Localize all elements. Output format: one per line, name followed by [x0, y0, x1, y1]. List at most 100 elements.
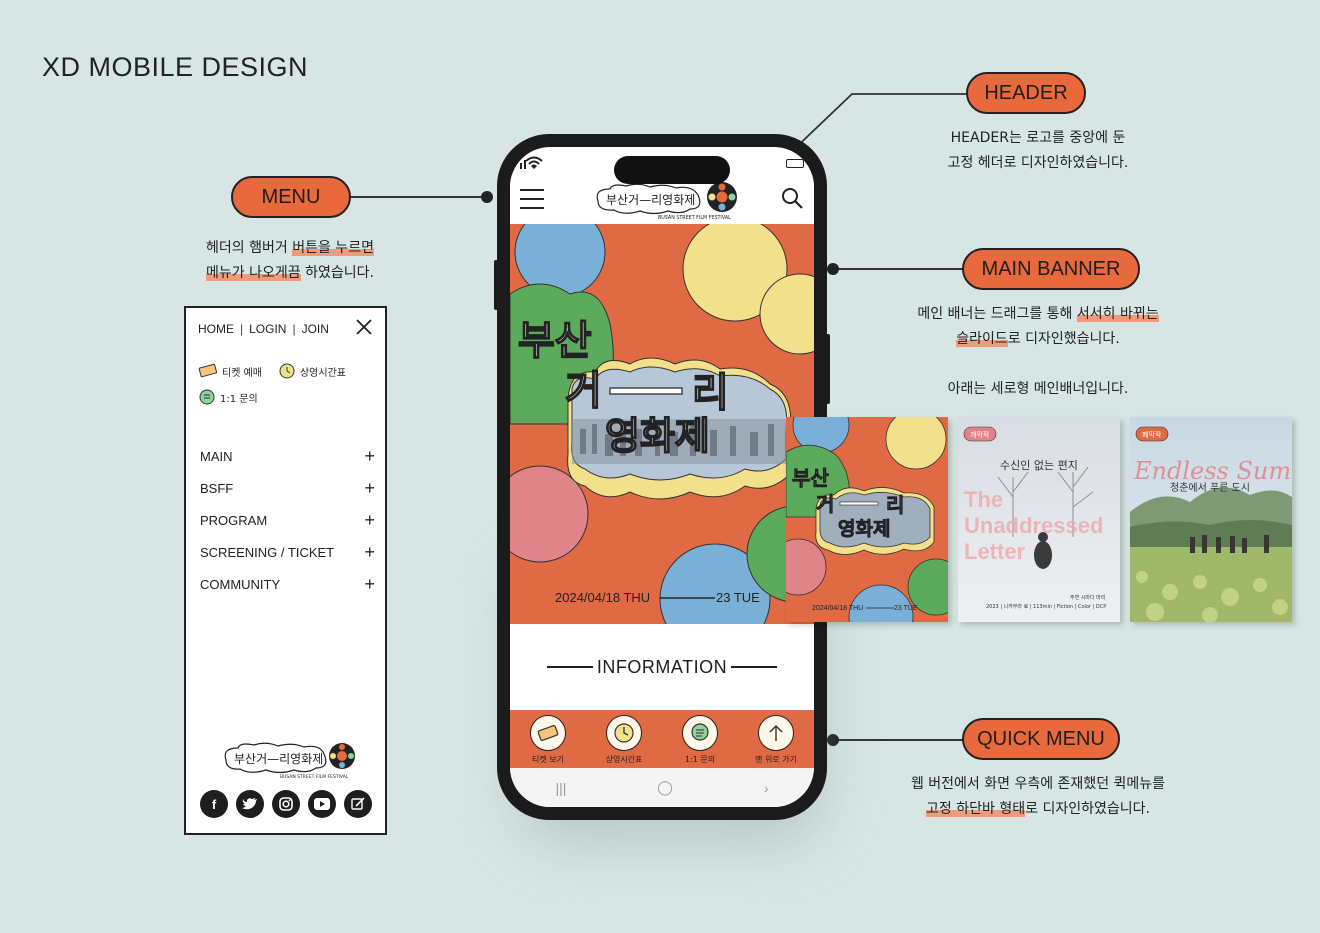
quick-menu-callout: QUICK MENU [962, 718, 1120, 760]
youtube-icon[interactable] [308, 790, 336, 818]
svg-text:리: 리 [692, 370, 729, 416]
wifi-icon [520, 156, 543, 169]
menu-item-label: SCREENING / TICKET [200, 544, 335, 560]
menu-ticket-link[interactable]: 티켓 예매 [198, 363, 262, 379]
information-title: INFORMATION [546, 657, 778, 678]
system-nav-bar: ||| ◯ › [510, 768, 814, 807]
home-link[interactable]: HOME [198, 322, 234, 336]
menu-panel: HOME | LOGIN | JOIN 티켓 예매 상영시간표 1:1 문의 M… [184, 306, 387, 835]
menu-schedule-link[interactable]: 상영시간표 [278, 362, 346, 380]
main-banner[interactable]: 부산 거 리 영화제 2024/04/18 THU 23 TUE [510, 224, 814, 624]
quick-ticket-button[interactable]: 티켓 보기 [515, 715, 581, 765]
plus-icon[interactable]: + [364, 542, 375, 563]
svg-text:부산: 부산 [518, 318, 592, 364]
main-banner-description: 메인 배너는 드래그를 통해 서서히 바뀌는 슬라이드로 디자인했습니다. 아래… [917, 306, 1159, 397]
login-link[interactable]: LOGIN [249, 322, 286, 336]
menu-item-main[interactable]: MAIN + [200, 440, 375, 472]
banner-artwork: 부산 거 리 영화제 2024/04/18 THU 23 TUE [510, 224, 814, 624]
svg-text:부산거—리영화제: 부산거—리영화제 [234, 752, 323, 766]
menu-item-community[interactable]: COMMUNITY + [200, 568, 375, 600]
ticket-icon [537, 725, 559, 741]
banner-thumbnail-2: 개막작 수신인 없는 편지 The Unaddressed Letter 주연 … [958, 417, 1120, 622]
back-button[interactable]: › [764, 780, 769, 796]
plus-icon[interactable]: + [364, 574, 375, 595]
banner-thumbnail-3: 폐막작 Endless Summer 청춘에서 푸른 도시 [1130, 417, 1292, 622]
plus-icon[interactable]: + [364, 510, 375, 531]
facebook-icon[interactable]: f [200, 790, 228, 818]
home-button[interactable]: ◯ [657, 779, 673, 796]
menu-inquiry-label: 1:1 문의 [220, 393, 258, 405]
separator: | [240, 322, 244, 336]
menu-connector [350, 196, 487, 198]
banner-connector [833, 268, 963, 270]
svg-text:개막작: 개막작 [970, 430, 990, 439]
menu-item-bsff[interactable]: BSFF + [200, 472, 375, 504]
plus-icon[interactable]: + [364, 478, 375, 499]
menu-item-program[interactable]: PROGRAM + [200, 504, 375, 536]
hamburger-menu-icon[interactable] [520, 189, 544, 209]
page-title: XD MOBILE DESIGN [42, 52, 309, 82]
festival-logo[interactable]: 부산거—리영화제 BUSAN STREET FILM FESTIVAL [592, 179, 742, 221]
svg-text:폐막작: 폐막작 [1142, 430, 1162, 439]
menu-schedule-label: 상영시간표 [299, 367, 346, 379]
svg-text:23 TUE: 23 TUE [894, 605, 918, 612]
main-banner-callout: MAIN BANNER [962, 248, 1140, 290]
separator: | [292, 322, 296, 336]
phone-screen: 부산거—리영화제 BUSAN STREET FILM FESTIVAL 부산 거… [510, 147, 814, 807]
banner-thumbnail-1: 부산 거 리 영화제 2024/04/18 THU 23 TUE [786, 417, 948, 622]
menu-item-screening[interactable]: SCREENING / TICKET + [200, 536, 375, 568]
svg-text:부산: 부산 [792, 466, 829, 490]
quick-top-button[interactable]: 맨 위로 가기 [743, 715, 809, 765]
clock-icon [614, 723, 634, 743]
plus-icon[interactable]: + [364, 446, 375, 467]
svg-text:23 TUE: 23 TUE [716, 590, 760, 605]
quick-top-label: 맨 위로 가기 [755, 755, 797, 764]
menu-inquiry-link[interactable]: 1:1 문의 [198, 388, 258, 406]
svg-text:영화제: 영화제 [605, 414, 710, 458]
social-links: f [200, 790, 372, 818]
blog-icon[interactable] [344, 790, 372, 818]
svg-text:거: 거 [565, 368, 602, 414]
twitter-icon[interactable] [236, 790, 264, 818]
menu-callout: MENU [231, 176, 351, 218]
quick-ticket-label: 티켓 보기 [532, 755, 564, 764]
menu-list: MAIN + BSFF + PROGRAM + SCREENING / TICKET +… [200, 440, 375, 600]
banner-connector-dot [827, 263, 839, 275]
festival-logo[interactable]: 부산거—리영화제 BUSAN STREET FILM FESTIVAL [220, 738, 360, 780]
chat-icon [199, 389, 215, 405]
svg-text:BUSAN STREET FILM FESTIVAL: BUSAN STREET FILM FESTIVAL [658, 215, 731, 221]
phone-notch [614, 156, 730, 184]
arrow-up-icon [769, 725, 783, 741]
close-icon[interactable] [355, 318, 373, 336]
menu-item-label: COMMUNITY [200, 576, 281, 592]
quick-schedule-label: 상영시간표 [605, 755, 643, 764]
svg-text:리: 리 [886, 493, 904, 517]
information-section: INFORMATION [510, 624, 814, 710]
header-callout: HEADER [966, 72, 1086, 114]
search-icon[interactable] [780, 186, 804, 210]
svg-text:The: The [964, 487, 1003, 512]
menu-connector-dot [481, 191, 493, 203]
svg-text:주연 시마다 마리: 주연 시마다 마리 [1070, 594, 1105, 601]
quick-inquiry-button[interactable]: 1:1 문의 [667, 715, 733, 765]
svg-text:수신인 없는 편지: 수신인 없는 편지 [1000, 459, 1078, 472]
menu-top-links: HOME | LOGIN | JOIN [198, 322, 329, 336]
clock-icon [279, 363, 295, 379]
chat-icon [691, 723, 709, 741]
svg-text:2024/04/18 THU: 2024/04/18 THU [555, 590, 650, 605]
recent-apps-button[interactable]: ||| [555, 780, 566, 796]
svg-text:BUSAN STREET FILM FESTIVAL: BUSAN STREET FILM FESTIVAL [280, 774, 349, 780]
svg-text:2024/04/18 THU: 2024/04/18 THU [812, 605, 863, 612]
svg-text:영화제: 영화제 [838, 518, 890, 540]
join-link[interactable]: JOIN [302, 322, 329, 336]
menu-item-label: PROGRAM [200, 512, 268, 528]
header-description: HEADER는 로고를 중앙에 둔 고정 헤더로 디자인하였습니다. [947, 130, 1129, 171]
menu-item-label: BSFF [200, 480, 234, 496]
instagram-icon[interactable] [272, 790, 300, 818]
svg-text:Endless Summer: Endless Summer [1133, 457, 1292, 485]
quick-connector-dot [827, 734, 839, 746]
svg-text:거: 거 [816, 492, 834, 516]
svg-text:2023 | 니카무라 료 | 113min | Ficti: 2023 | 니카무라 료 | 113min | Fiction | Color… [986, 603, 1106, 610]
quick-schedule-button[interactable]: 상영시간표 [591, 715, 657, 765]
quick-inquiry-label: 1:1 문의 [684, 755, 716, 764]
